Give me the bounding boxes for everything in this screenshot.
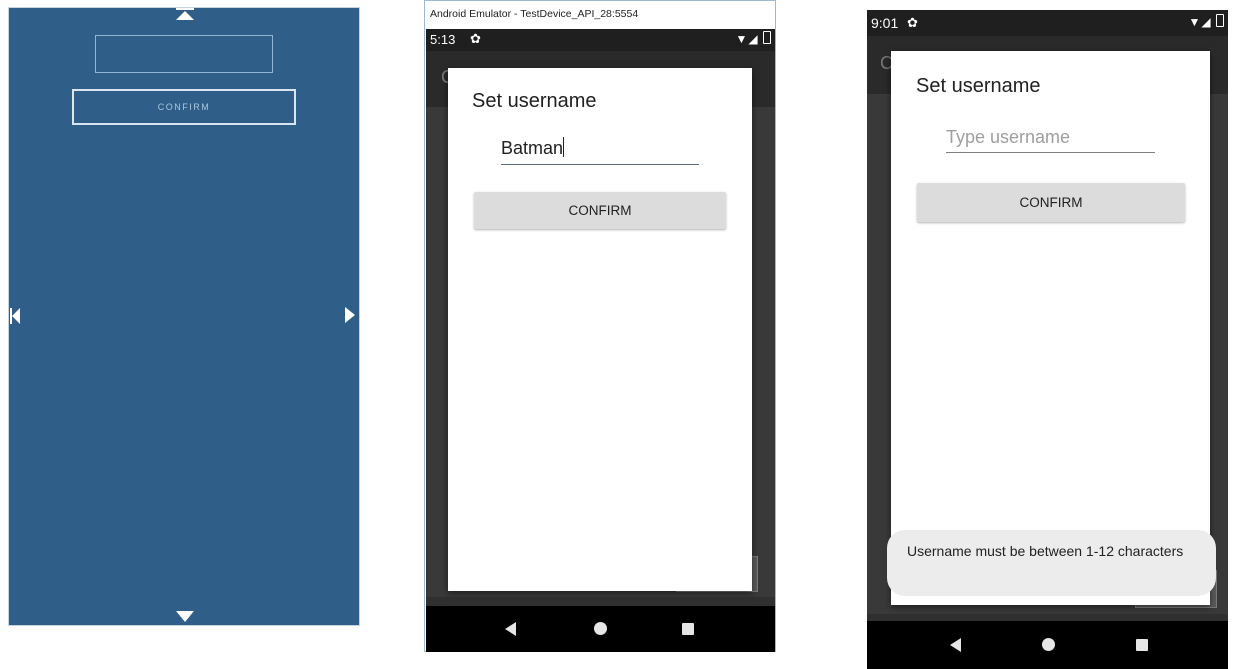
- validation-toast: Username must be between 1-12 characters: [887, 530, 1216, 596]
- wifi-icon: ▼: [1188, 15, 1202, 29]
- confirm-button[interactable]: CONFIRM: [474, 192, 726, 229]
- username-input[interactable]: Type username: [946, 127, 1155, 153]
- nav-recents-icon[interactable]: [1136, 639, 1148, 651]
- text-cursor: [563, 137, 565, 157]
- arrow-down-icon[interactable]: [176, 611, 194, 622]
- arrow-left-icon[interactable]: [12, 308, 20, 324]
- battery-icon: [763, 31, 771, 44]
- nav-back-icon[interactable]: [505, 622, 516, 636]
- status-time: 5:13: [430, 32, 456, 47]
- status-bar: 5:13 ✿ ▼◢: [426, 29, 775, 51]
- battery-icon: [1216, 14, 1224, 27]
- navigation-bar: [867, 621, 1228, 669]
- emulator-window: Android Emulator - TestDevice_API_28:555…: [424, 0, 776, 652]
- gear-icon: ✿: [470, 31, 481, 46]
- emulator-window-title: Android Emulator - TestDevice_API_28:555…: [430, 8, 639, 20]
- arrow-up-icon[interactable]: [176, 11, 194, 20]
- nav-home-icon[interactable]: [1042, 638, 1055, 651]
- status-time: 9:01: [871, 15, 899, 31]
- username-value: Batman: [501, 138, 564, 158]
- username-input[interactable]: Batman: [501, 137, 699, 165]
- gear-icon: ✿: [907, 15, 918, 30]
- dialog-title: Set username: [916, 75, 1041, 97]
- arrow-right-icon[interactable]: [345, 307, 355, 323]
- nav-back-icon[interactable]: [950, 638, 961, 652]
- system-status-icons: ▼◢: [736, 31, 771, 46]
- layout-designer-canvas: CONFIRM: [8, 7, 360, 626]
- status-bar: 9:01 ✿ ▼◢: [867, 10, 1228, 36]
- scroll-top-bar: [176, 8, 194, 10]
- nav-home-icon[interactable]: [594, 622, 607, 635]
- signal-icon: ◢: [1201, 15, 1212, 29]
- confirm-button-outline[interactable]: CONFIRM: [72, 89, 296, 125]
- device-screen: 9:01 ✿ ▼◢ C Set username Type username C…: [867, 10, 1228, 669]
- username-entry-placeholder[interactable]: [95, 35, 273, 73]
- dialog-title: Set username: [472, 90, 597, 112]
- signal-icon: ◢: [748, 32, 759, 46]
- system-status-icons: ▼◢: [1189, 14, 1224, 29]
- confirm-button[interactable]: CONFIRM: [917, 183, 1185, 222]
- set-username-dialog: Set username Type username CONFIRM: [891, 51, 1210, 605]
- wifi-icon: ▼: [735, 32, 749, 46]
- set-username-dialog: Set username Batman CONFIRM: [448, 68, 752, 591]
- emulator-screen: 5:13 ✿ ▼◢ C Set username Batman CONFIRM: [426, 29, 775, 652]
- navigation-bar: [426, 606, 775, 652]
- nav-recents-icon[interactable]: [682, 623, 694, 635]
